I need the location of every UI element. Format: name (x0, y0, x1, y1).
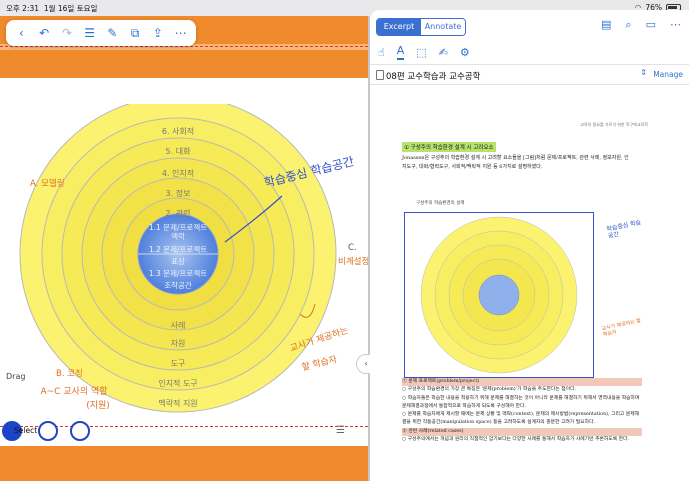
share-icon[interactable]: ⇪ (149, 24, 167, 42)
excerpt-page[interactable]: 교육의 필요를 가르기 위한 학구에교육학 ① 구성주의 학습환경 설계 시 고… (392, 102, 658, 481)
tab-annotate[interactable]: Annotate (421, 19, 465, 35)
status-time: 오후 2:31 1월 16일 토요일 (6, 3, 97, 14)
hand-icon[interactable]: ☝ (378, 46, 385, 59)
mini-diagram (420, 216, 578, 374)
learning-environment-diagram: 6. 사회적 5. 대화 4. 인지적 3. 정보 2. 관련 사례 자원 도구… (19, 104, 368, 413)
bookmark-icon[interactable]: ▭ (646, 18, 656, 32)
right-top-icons: ▤ ⌕ ▭ ⋯ (601, 18, 681, 32)
figure-caption: 구성주의 학습환경의 설계 (416, 201, 465, 206)
text-tool-icon[interactable]: A (396, 44, 405, 60)
ring-label-cog-tools: 인지적 도구 (158, 378, 197, 388)
more-icon[interactable]: ⋯ (670, 18, 681, 32)
core-label-3b: 조작공간 (164, 280, 192, 290)
core-label-3: 1.3 문제/프로젝트 (149, 268, 207, 278)
excerpt-tools: ☝ A ⬚ ✍ ⚙ (378, 44, 470, 60)
sort-icon[interactable]: ⇕ (640, 68, 647, 77)
core-label-2: 1.2 문제/프로젝트 (149, 244, 207, 254)
bottom-tool-strip: Select ☰ (0, 418, 368, 444)
side-note-blue: 학습중심 학습공간 (605, 219, 642, 241)
core-label-1: 1.1 문제/프로젝트 (149, 222, 207, 232)
doc-file-icon (376, 70, 384, 80)
page-divider-line (0, 46, 368, 47)
back-icon[interactable]: ‹ (12, 24, 30, 42)
strip-menu-icon[interactable]: ☰ (336, 425, 348, 437)
label-c: C. (348, 243, 357, 253)
crop-icon[interactable]: ⬚ (416, 46, 426, 59)
list-item: ○ 문제를 학습자에게 제시할 때에는 문제 상황 및 맥락(context),… (402, 412, 640, 426)
left-document-pane[interactable]: ‹ ↶ ↷ ☰ ✎ ⧉ ⇪ ⋯ 6. 사회적 5. 대화 4. 인지적 3. 정… (0, 16, 368, 481)
copy-icon[interactable]: ⧉ (126, 24, 144, 42)
ring-label-cognitive: 4. 인지적 (162, 168, 194, 178)
ring-label-cases: 사례 (171, 320, 186, 330)
drag-label: Drag (6, 372, 26, 381)
section-paragraph: Jonassen은 구성주의 학습환경 설계 시 고려할 요소들을 [그림]처럼… (402, 155, 629, 170)
document-title[interactable]: 08편 교수학습과 교수공학 (386, 70, 480, 82)
lasso-tool-icon[interactable] (38, 421, 58, 441)
ring-label-context-support: 맥락적 지원 (158, 398, 197, 408)
page-orange-band-bottom (0, 446, 368, 481)
handwriting-bottom-1: A~C 교사의 역할 (40, 386, 107, 397)
label-modeling: A. 모델링 (30, 178, 65, 189)
ring-label-info: 3. 정보 (166, 188, 191, 198)
excerpt-selection-box[interactable] (404, 212, 594, 378)
list-item-heading-1: ① 문제 프로젝트(problem/project) (402, 378, 642, 387)
select-label: Select (14, 426, 38, 435)
time: 오후 2:31 (6, 4, 40, 13)
handwriting-bottom-2: (지원) (86, 400, 110, 411)
redo-icon[interactable]: ↷ (58, 24, 76, 42)
mode-segmented-control: Excerpt Annotate (376, 18, 466, 36)
ring-label-dialogue: 5. 대화 (166, 147, 192, 156)
right-excerpt-pane: Excerpt Annotate ▤ ⌕ ▭ ⋯ ☝ A ⬚ ✍ ⚙ 08편 교… (370, 10, 689, 481)
ring-label-related: 2. 관련 (166, 208, 191, 218)
left-toolbar: ‹ ↶ ↷ ☰ ✎ ⧉ ⇪ ⋯ (6, 20, 196, 46)
handwriting-orange-2: 할 학습자 (301, 354, 339, 374)
ring-label-tools: 도구 (171, 359, 186, 368)
search-icon[interactable]: ⌕ (625, 18, 631, 32)
list-icon[interactable]: ☰ (81, 24, 99, 42)
label-coaching: B. 코칭 (56, 369, 83, 379)
core-label-1b: 맥락 (171, 231, 185, 241)
tab-excerpt[interactable]: Excerpt (377, 19, 421, 35)
pen-icon[interactable]: ✍ (439, 46, 448, 59)
pen-tool-icon[interactable] (70, 421, 90, 441)
document-icon[interactable]: ▤ (601, 18, 611, 32)
list-item: ○ 구성주의에서는 개념과 원리의 직접적인 암기보다는 다양한 사례를 통해서… (402, 437, 630, 443)
undo-icon[interactable]: ↶ (35, 24, 53, 42)
excerpt-body-list: ① 문제 프로젝트(problem/project) ○ 구성주의 학습환경의 … (402, 378, 642, 444)
edit-icon[interactable]: ✎ (103, 24, 121, 42)
label-scaffolding: 비계설정 (338, 256, 368, 267)
screen: 오후 2:31 1월 16일 토요일 ◠ 76% ‹ ↶ ↷ ☰ ✎ ⧉ ⇪ ⋯ (0, 0, 689, 481)
ring-label-social: 6. 사회적 (162, 126, 194, 136)
list-item-heading-2: ② 관련 사례(related cases) (402, 427, 642, 437)
date: 1월 16일 토요일 (43, 4, 98, 13)
side-note-orange: 교사가 제공하는 할 학습자 (601, 317, 642, 339)
more-icon[interactable]: ⋯ (172, 24, 190, 42)
ring-label-resources: 자원 (171, 339, 186, 348)
list-item: ○ 구성주의 학습환경의 가장 큰 특징은 '문제(problem)'가 학습을… (402, 387, 577, 393)
core-label-2b: 표상 (171, 256, 185, 266)
list-item: ○ 학습자들은 학습한 내용을 적용하기 위해 문제를 해결하는 것이 아니라 … (402, 395, 640, 409)
page-running-header: 교육의 필요를 가르기 위한 학구에교육학 (580, 122, 648, 127)
manage-button[interactable]: Manage (653, 70, 683, 79)
section-heading: ① 구성주의 학습환경 설계 시 고려요소 (402, 142, 496, 152)
settings-icon[interactable]: ⚙ (460, 46, 470, 59)
